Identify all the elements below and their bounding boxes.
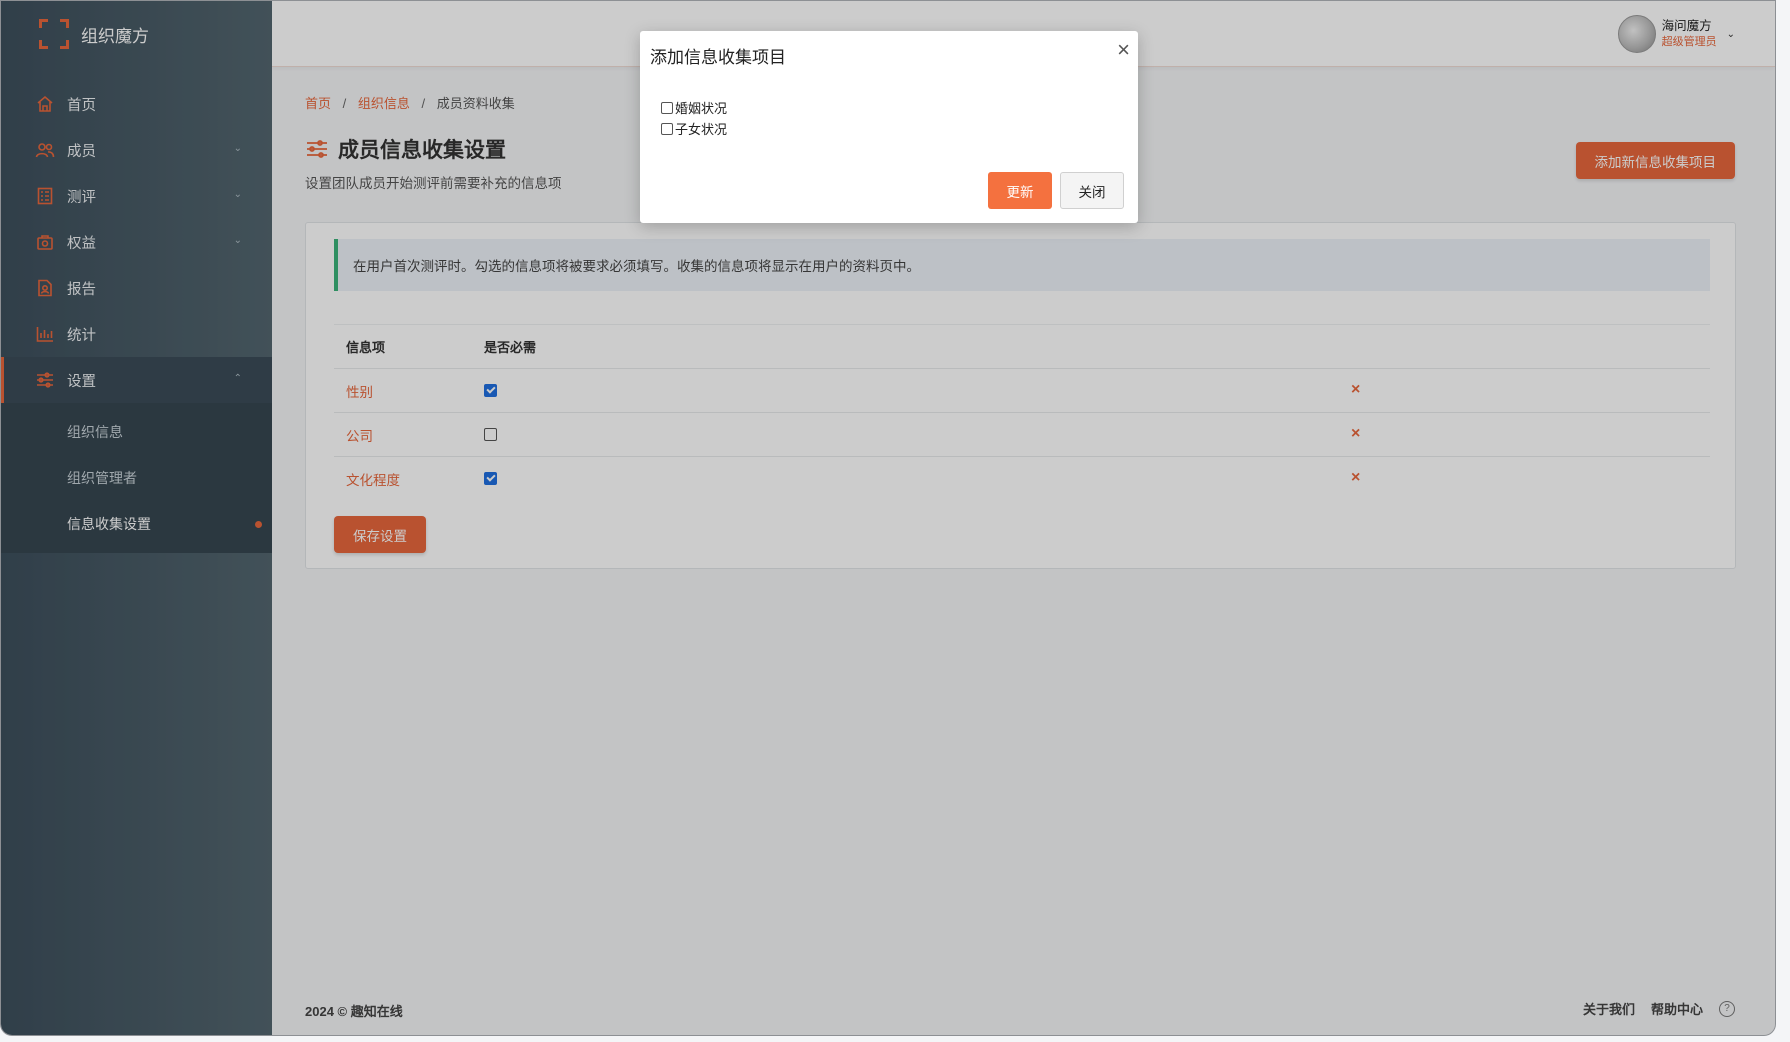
update-button[interactable]: 更新 xyxy=(988,172,1052,209)
close-button[interactable]: 关闭 xyxy=(1060,172,1124,209)
option-label: 子女状况 xyxy=(675,122,728,137)
add-collection-item-dialog: 添加信息收集项目 × 婚姻状况 子女状况 更新 关闭 xyxy=(640,31,1138,223)
option-checkbox[interactable] xyxy=(661,122,673,135)
option-label: 婚姻状况 xyxy=(675,101,728,116)
dialog-title: 添加信息收集项目 xyxy=(650,48,786,67)
dialog-options: 婚姻状况 子女状况 xyxy=(661,97,727,139)
app-window: 组织魔方 首页 成员 ⌄ 测评 ⌄ 权益 ⌄ 报告 统计 设置 ⌃ 组织信息 组… xyxy=(0,0,1776,1036)
close-icon[interactable]: × xyxy=(1117,39,1130,61)
option-marital-status[interactable]: 婚姻状况 xyxy=(661,97,727,118)
option-children-status[interactable]: 子女状况 xyxy=(661,118,727,139)
option-checkbox[interactable] xyxy=(661,101,673,114)
